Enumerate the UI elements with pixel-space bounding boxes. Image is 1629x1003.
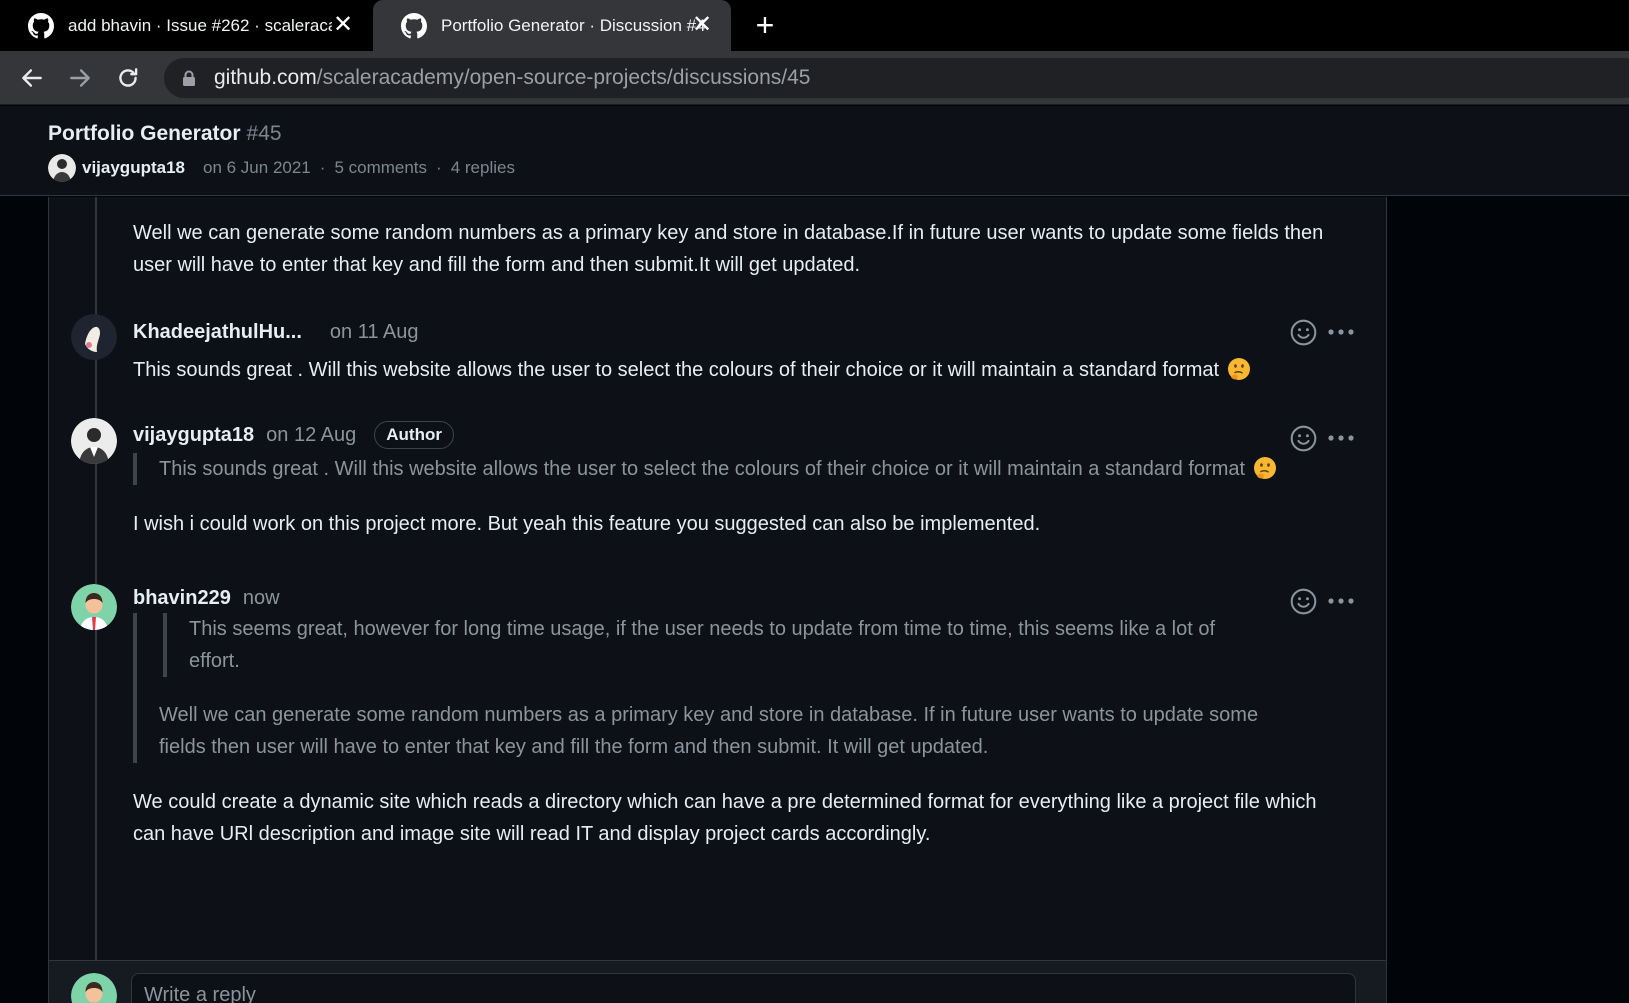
browser-tab-bar: add bhavin · Issue #262 · scaleracademy/… [0,0,1629,51]
discussion-title-text: Portfolio Generator [48,122,241,145]
comment-author[interactable]: KhadeejathulHu... [133,321,302,344]
browser-tab-discussion[interactable]: Portfolio Generator · Discussion #45 ✕ [373,0,731,51]
comment-actions [1290,424,1356,454]
blockquote: This seems great, however for long time … [133,613,1313,763]
comment-header: KhadeejathulHu... on 11 Aug [133,316,419,348]
reply-body: We could create a dynamic site which rea… [133,791,1317,845]
add-reaction-icon[interactable] [1290,425,1317,452]
author-badge: Author [374,421,454,449]
tab-title: Portfolio Generator · Discussion #45 [441,15,705,35]
avatar [71,973,117,1003]
url-host: github.com [214,66,317,89]
avatar[interactable] [71,314,117,360]
more-options-icon[interactable] [1328,329,1354,335]
comment-author[interactable]: vijaygupta18 [133,424,254,447]
comment-header: vijaygupta18 on 12 Aug Author [133,419,454,451]
close-icon[interactable]: ✕ [330,12,356,38]
page-content: Portfolio Generator #45 vijaygupta18 on 6… [0,106,1629,1003]
avatar[interactable] [48,154,76,182]
forward-button[interactable] [62,60,98,96]
nested-blockquote: This seems great, however for long time … [163,613,1263,677]
reply-input[interactable] [131,973,1356,1003]
thinking-face-icon [1253,456,1277,480]
discussion-number: #45 [246,122,282,145]
reply-body: Well we can generate some random numbers… [133,222,1324,276]
url-path: /scaleracademy/open-source-projects/disc… [316,66,811,89]
browser-tab-issue[interactable]: add bhavin · Issue #262 · scaleracademy/… [0,0,372,51]
add-reaction-icon[interactable] [1290,319,1317,346]
reply-composer [48,960,1387,1003]
more-options-icon[interactable] [1328,435,1354,441]
close-icon[interactable]: ✕ [689,12,715,38]
quote-text: Well we can generate some random numbers… [159,704,1259,758]
avatar[interactable] [71,584,117,630]
comment-date[interactable]: on 12 Aug [266,424,356,447]
discussion-author[interactable]: vijaygupta18 [82,158,185,178]
address-bar[interactable]: github.com/scaleracademy/open-source-pro… [164,58,1629,98]
comment-actions [1290,318,1356,348]
thinking-face-icon [1227,357,1251,381]
more-options-icon[interactable] [1328,598,1354,604]
comment-date[interactable]: now [243,587,280,610]
reply-body: This sounds great . Will this website al… [133,354,1363,386]
reply-body-text: This sounds great . Will this website al… [133,359,1220,381]
discussion-title: Portfolio Generator #45 [48,122,282,146]
comment-thread: Well we can generate some random numbers… [48,197,1387,960]
reply-body: I wish i could work on this project more… [133,513,1041,535]
reload-button[interactable] [110,60,146,96]
lock-icon [183,70,195,86]
thread-line [95,197,97,960]
new-tab-button[interactable]: + [748,8,782,42]
comment-count: 5 comments [334,158,428,177]
github-icon [401,13,427,39]
comment-date[interactable]: on 11 Aug [330,321,419,344]
reload-icon [119,68,138,87]
back-button[interactable] [14,60,50,96]
browser-toolbar: github.com/scaleracademy/open-source-pro… [0,51,1629,105]
quote-text: This sounds great . Will this website al… [159,458,1246,480]
discussion-date: on 6 Jun 2021 [203,158,311,177]
arrow-left-icon [22,69,42,87]
avatar[interactable] [71,418,117,464]
discussion-meta: vijaygupta18 on 6 Jun 2021 · 5 comments … [48,153,515,183]
arrow-right-icon [70,69,90,87]
separator: · [436,158,442,177]
tab-title: add bhavin · Issue #262 · scaleracademy/… [68,15,332,35]
add-reaction-icon[interactable] [1290,588,1317,615]
blockquote: This sounds great . Will this website al… [133,453,1383,485]
reply-count: 4 replies [450,158,515,177]
separator: · [319,158,326,177]
discussion-sticky-header: Portfolio Generator #45 vijaygupta18 on 6… [0,106,1629,196]
url-text: github.com/scaleracademy/open-source-pro… [214,66,810,90]
comment-header: bhavin229 now [133,582,280,614]
github-icon [28,13,54,39]
comment-author[interactable]: bhavin229 [133,587,231,610]
